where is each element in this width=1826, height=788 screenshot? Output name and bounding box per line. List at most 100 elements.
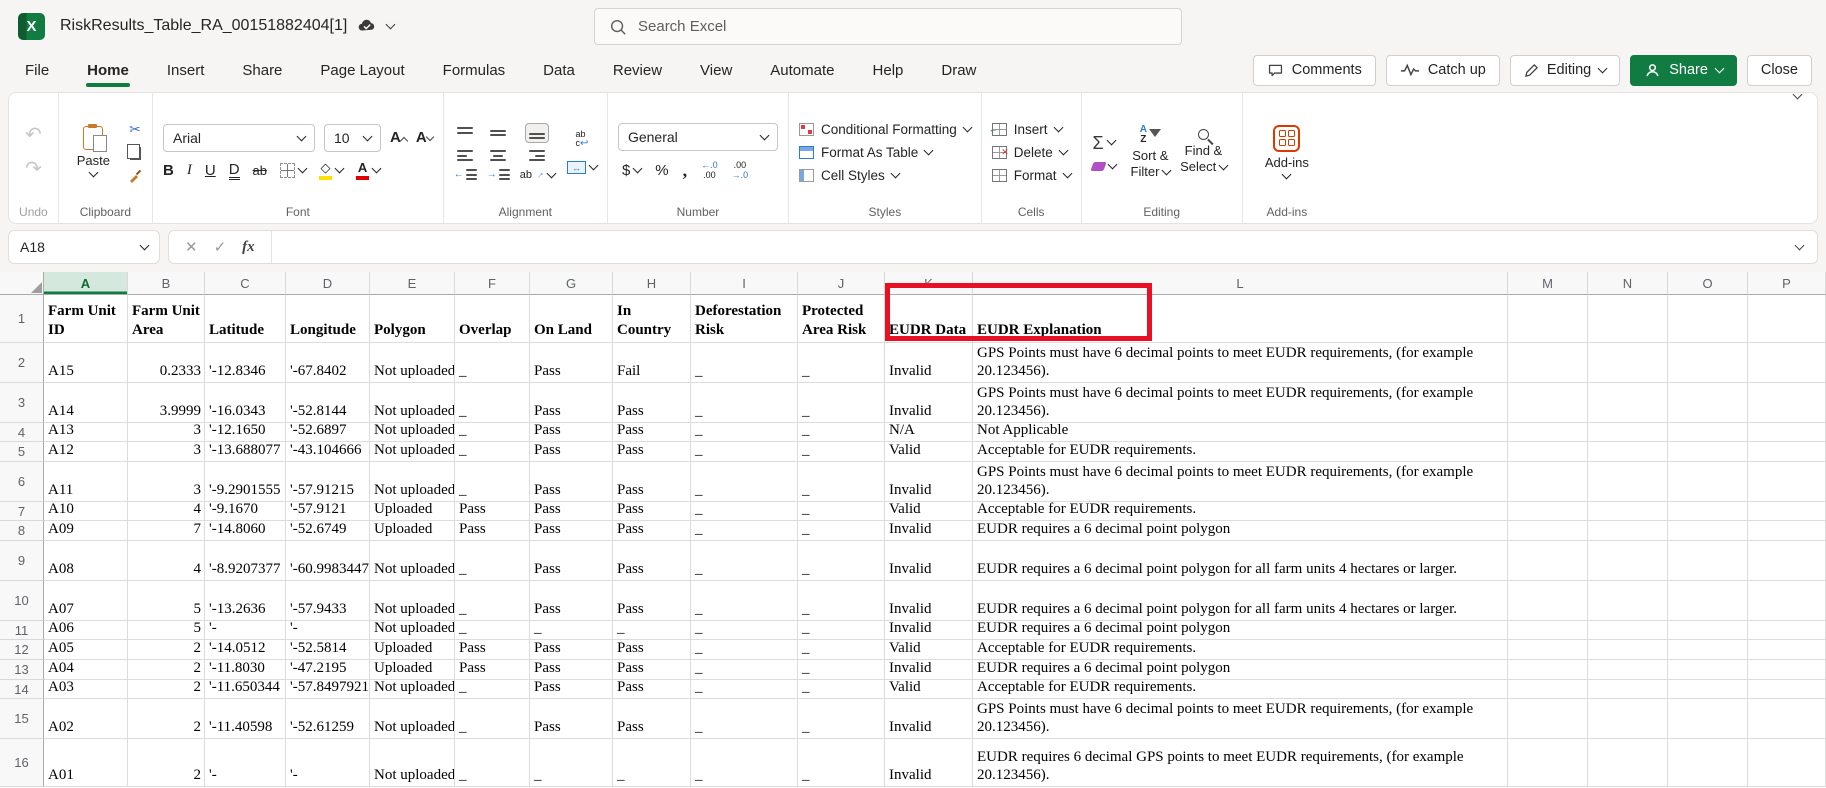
cell-F11[interactable]: _: [455, 621, 530, 640]
cell-K1[interactable]: EUDR Data: [885, 295, 973, 343]
cell-H12[interactable]: Pass: [613, 640, 691, 660]
cell-B6[interactable]: 3: [128, 462, 205, 502]
cell-C11[interactable]: '-: [205, 621, 286, 640]
cell-H3[interactable]: Pass: [613, 383, 691, 423]
document-title[interactable]: RiskResults_Table_RA_00151882404[1]: [60, 17, 347, 35]
cell-L6[interactable]: GPS Points must have 6 decimal points to…: [973, 462, 1508, 502]
cell-D4[interactable]: '-52.6897: [286, 423, 370, 442]
insert-function-button[interactable]: fx: [242, 239, 255, 256]
cell-M7[interactable]: [1508, 502, 1588, 521]
wrap-text-button[interactable]: abc↩: [576, 130, 589, 150]
column-header-C[interactable]: C: [205, 272, 286, 295]
cell-M4[interactable]: [1508, 423, 1588, 442]
cell-C5[interactable]: '-13.688077: [205, 442, 286, 462]
cell-D15[interactable]: '-52.61259: [286, 699, 370, 739]
cell-B12[interactable]: 2: [128, 640, 205, 660]
cell-P2[interactable]: [1748, 343, 1826, 383]
cell-N13[interactable]: [1588, 660, 1668, 680]
cell-L3[interactable]: GPS Points must have 6 decimal points to…: [973, 383, 1508, 423]
row-header-13[interactable]: 13: [0, 660, 44, 680]
cell-M14[interactable]: [1508, 680, 1588, 699]
cell-B5[interactable]: 3: [128, 442, 205, 462]
cell-J12[interactable]: _: [798, 640, 885, 660]
cell-I13[interactable]: _: [691, 660, 798, 680]
double-underline-button[interactable]: D: [229, 162, 240, 180]
cell-E9[interactable]: Not uploaded: [370, 541, 455, 581]
merge-center-button[interactable]: ↔: [567, 161, 597, 174]
cell-K3[interactable]: Invalid: [885, 383, 973, 423]
column-header-B[interactable]: B: [128, 272, 205, 295]
cell-B1[interactable]: Farm Unit Area: [128, 295, 205, 343]
cell-F9[interactable]: _: [455, 541, 530, 581]
column-header-P[interactable]: P: [1748, 272, 1826, 295]
cell-J9[interactable]: _: [798, 541, 885, 581]
cell-I8[interactable]: _: [691, 521, 798, 541]
cell-G13[interactable]: Pass: [530, 660, 613, 680]
cell-M15[interactable]: [1508, 699, 1588, 739]
fill-color-button[interactable]: ◇: [319, 161, 343, 180]
cell-K6[interactable]: Invalid: [885, 462, 973, 502]
cell-F14[interactable]: _: [455, 680, 530, 699]
cell-G16[interactable]: _: [530, 739, 613, 787]
cell-P14[interactable]: [1748, 680, 1826, 699]
cell-L13[interactable]: EUDR requires a 6 decimal point polygon: [973, 660, 1508, 680]
cell-P11[interactable]: [1748, 621, 1826, 640]
cell-A14[interactable]: A03: [44, 680, 128, 699]
cell-E4[interactable]: Not uploaded: [370, 423, 455, 442]
cell-N4[interactable]: [1588, 423, 1668, 442]
cell-N5[interactable]: [1588, 442, 1668, 462]
cell-I5[interactable]: _: [691, 442, 798, 462]
cell-P6[interactable]: [1748, 462, 1826, 502]
cell-P8[interactable]: [1748, 521, 1826, 541]
cell-L5[interactable]: Acceptable for EUDR requirements.: [973, 442, 1508, 462]
cell-N7[interactable]: [1588, 502, 1668, 521]
cell-K4[interactable]: N/A: [885, 423, 973, 442]
autosum-button[interactable]: Σ: [1092, 134, 1114, 152]
cell-I16[interactable]: _: [691, 739, 798, 787]
cell-J16[interactable]: _: [798, 739, 885, 787]
cell-O6[interactable]: [1668, 462, 1748, 502]
delete-cells-button[interactable]: ✕Delete: [992, 145, 1071, 160]
title-chevron-icon[interactable]: [386, 19, 396, 29]
font-size-select[interactable]: 10: [324, 124, 381, 152]
cell-I12[interactable]: _: [691, 640, 798, 660]
cell-I3[interactable]: _: [691, 383, 798, 423]
cell-M2[interactable]: [1508, 343, 1588, 383]
cell-H2[interactable]: Fail: [613, 343, 691, 383]
insert-cells-button[interactable]: ←Insert: [992, 122, 1071, 137]
cell-J2[interactable]: _: [798, 343, 885, 383]
cell-A8[interactable]: A09: [44, 521, 128, 541]
cell-L4[interactable]: Not Applicable: [973, 423, 1508, 442]
cell-B14[interactable]: 2: [128, 680, 205, 699]
cell-O5[interactable]: [1668, 442, 1748, 462]
cell-G8[interactable]: Pass: [530, 521, 613, 541]
cell-D8[interactable]: '-52.6749: [286, 521, 370, 541]
cell-H6[interactable]: Pass: [613, 462, 691, 502]
cell-B8[interactable]: 7: [128, 521, 205, 541]
cell-J10[interactable]: _: [798, 581, 885, 621]
cell-M12[interactable]: [1508, 640, 1588, 660]
format-cells-button[interactable]: Format: [992, 168, 1071, 183]
cell-F10[interactable]: _: [455, 581, 530, 621]
cell-D11[interactable]: '-: [286, 621, 370, 640]
decrease-indent-button[interactable]: ←: [454, 169, 477, 181]
row-header-11[interactable]: 11: [0, 621, 44, 640]
row-header-12[interactable]: 12: [0, 640, 44, 660]
cell-P13[interactable]: [1748, 660, 1826, 680]
cell-L8[interactable]: EUDR requires a 6 decimal point polygon: [973, 521, 1508, 541]
text-orientation-button[interactable]: ab→: [520, 169, 555, 181]
cell-L15[interactable]: GPS Points must have 6 decimal points to…: [973, 699, 1508, 739]
cell-L1[interactable]: EUDR Explanation: [973, 295, 1508, 343]
cell-F12[interactable]: Pass: [455, 640, 530, 660]
tab-automate[interactable]: Automate: [769, 58, 835, 83]
cell-A2[interactable]: A15: [44, 343, 128, 383]
cell-J5[interactable]: _: [798, 442, 885, 462]
tab-file[interactable]: File: [24, 58, 50, 83]
cell-A3[interactable]: A14: [44, 383, 128, 423]
paste-button[interactable]: Paste: [69, 124, 118, 180]
name-box[interactable]: A18: [8, 230, 160, 264]
cut-button[interactable]: ✂: [129, 121, 141, 138]
row-header-10[interactable]: 10: [0, 581, 44, 621]
cell-H4[interactable]: Pass: [613, 423, 691, 442]
cell-I6[interactable]: _: [691, 462, 798, 502]
